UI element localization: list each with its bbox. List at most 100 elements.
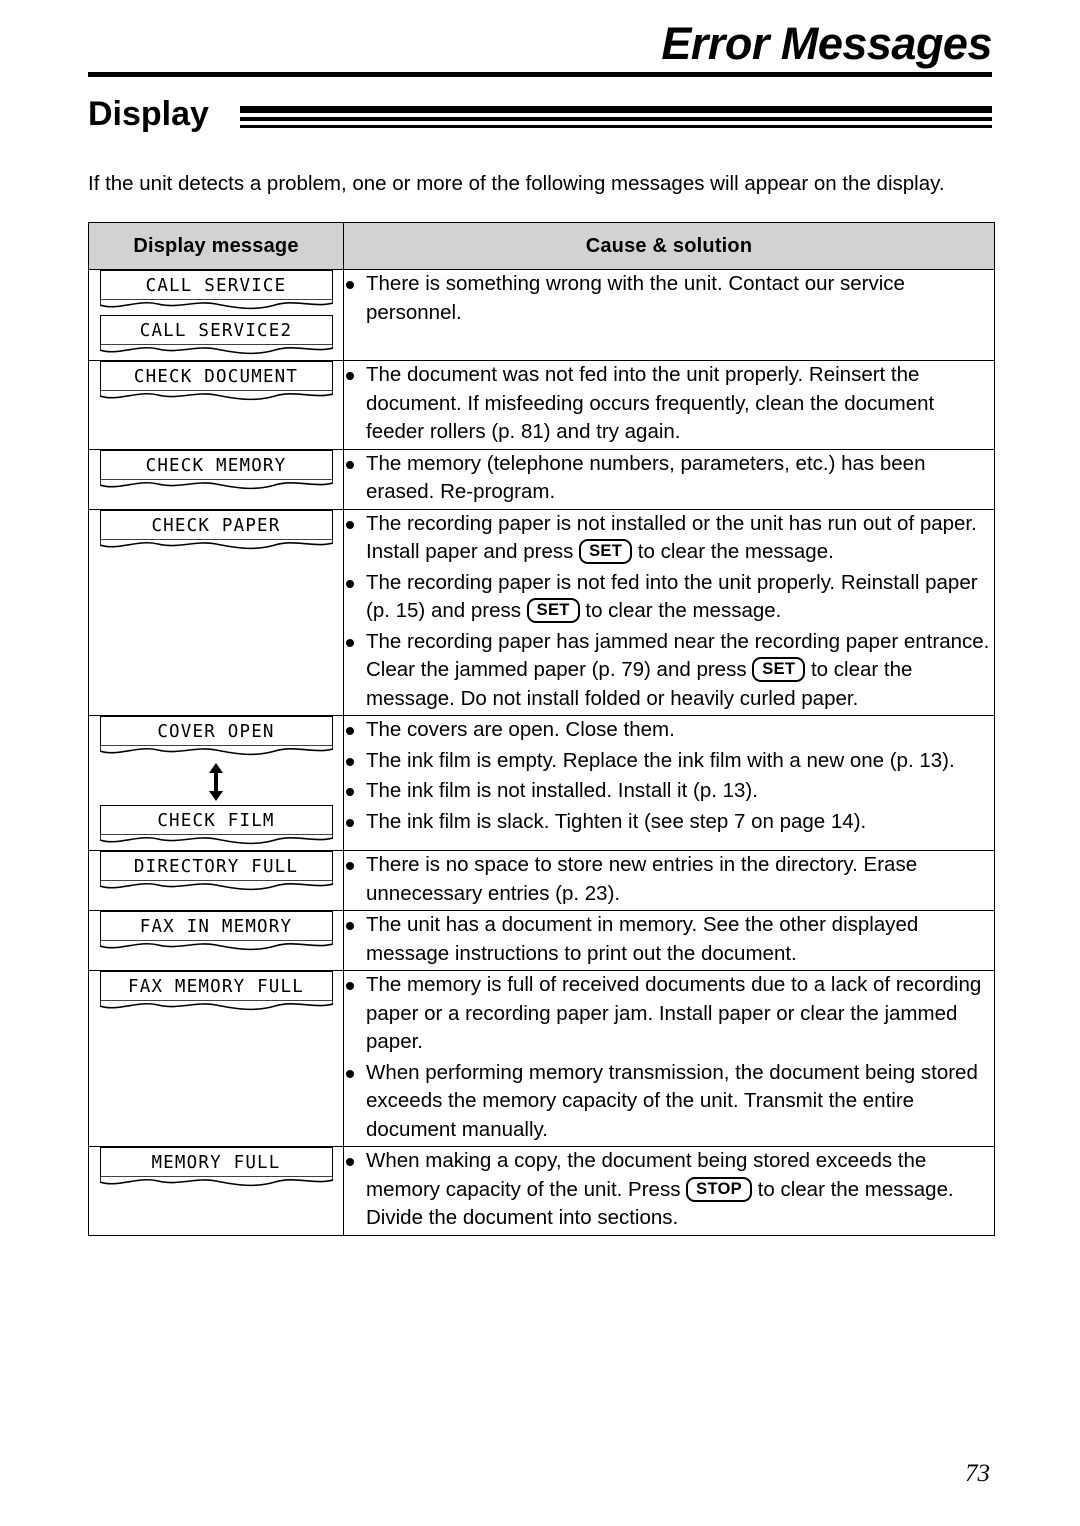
solution-item: When making a copy, the document being s… [344,1147,994,1233]
solution-text: to clear the message. [632,540,834,563]
table-header-row: Display message Cause & solution [88,222,995,270]
lcd-message-text: MEMORY FULL [99,1147,333,1177]
solution-list: The recording paper is not installed or … [344,510,994,714]
table-row: CHECK MEMORY The memory (telephone number… [88,448,995,510]
error-messages-table: Display message Cause & solution CALL SE… [88,222,995,1236]
solution-list: When making a copy, the document being s… [344,1147,994,1233]
column-header-cause-solution: Cause & solution [343,222,995,270]
table-row: COVER OPEN CHECK FILM The covers are open.… [88,715,995,851]
lcd-display-box: CHECK DOCUMENT [99,361,333,402]
lcd-message-text: CHECK DOCUMENT [99,361,333,391]
lcd-message-text: COVER OPEN [99,716,333,746]
lcd-display-box: CHECK PAPER [99,509,333,551]
lcd-display-box: FAX MEMORY FULL [99,971,333,1012]
solution-list: There is something wrong with the unit. … [344,270,994,327]
lcd-display-box: COVER OPEN [99,716,333,757]
solution-item: The memory (telephone numbers, parameter… [344,450,994,507]
key-label-set: SET [579,539,633,564]
display-message-cell: CHECK DOCUMENT [88,360,344,450]
solution-text: There is no space to store new entries i… [366,853,918,905]
header-divider [88,72,992,77]
display-message-cell: CHECK MEMORY [88,448,344,510]
cause-solution-cell: The document was not fed into the unit p… [343,360,995,450]
cause-solution-cell: When making a copy, the document being s… [343,1146,995,1236]
display-message-cell: MEMORY FULL [88,1146,344,1236]
solution-list: The memory is full of received documents… [344,971,994,1144]
solution-list: The covers are open. Close them. The ink … [344,716,994,836]
lcd-message-text: FAX IN MEMORY [99,911,333,941]
table-body: CALL SERVICE CALL SERVICE2 There is someth… [88,269,995,1236]
cause-solution-cell: The memory is full of received documents… [343,970,995,1147]
key-label-set: SET [752,657,806,682]
lcd-message-text: CHECK PAPER [99,509,333,540]
table-row: DIRECTORY FULL There is no space to store… [88,850,995,911]
solution-text: The covers are open. Close them. [366,718,675,741]
page-number: 73 [965,1460,990,1487]
display-message-cell: CHECK PAPER [88,508,344,716]
table-row: FAX IN MEMORY The unit has a document in … [88,910,995,971]
table-row: MEMORY FULL When making a copy, the docum… [88,1146,995,1236]
solution-item: There is something wrong with the unit. … [344,270,994,327]
intro-paragraph: If the unit detects a problem, one or mo… [88,172,945,195]
lcd-display-box: FAX IN MEMORY [99,911,333,952]
solution-text: There is something wrong with the unit. … [366,272,905,324]
solution-text: The ink film is not installed. Install i… [366,779,758,802]
lcd-display-box: CHECK MEMORY [99,449,333,491]
section-heading: Display [88,95,209,133]
solution-text: The ink film is slack. Tighten it (see s… [366,809,867,833]
cause-solution-cell: The memory (telephone numbers, parameter… [343,448,995,510]
solution-item: The document was not fed into the unit p… [344,361,994,447]
solution-text: The unit has a document in memory. See t… [366,913,919,965]
key-label-set: SET [526,598,580,623]
up-down-arrow-icon [100,761,333,803]
solution-item: The unit has a document in memory. See t… [344,911,994,968]
solution-text: The memory is full of received documents… [366,973,982,1053]
heading-decorative-rules [240,106,992,128]
solution-list: There is no space to store new entries i… [344,851,994,908]
solution-text: The document was not fed into the unit p… [366,363,935,443]
lcd-message-text: CHECK MEMORY [99,449,333,480]
chapter-title: Error Messages [661,18,992,69]
solution-item: The ink film is empty. Replace the ink f… [344,747,994,776]
cause-solution-cell: The recording paper is not installed or … [343,508,995,716]
table-row: CHECK DOCUMENT The document was not fed i… [88,360,995,450]
lcd-display-box: CHECK FILM [99,805,333,846]
lcd-message-text: CALL SERVICE [99,270,333,300]
lcd-display-box: DIRECTORY FULL [99,851,333,892]
table-row: CHECK PAPER The recording paper is not in… [88,508,995,716]
solution-item: The recording paper is not fed into the … [344,569,994,626]
solution-text: to clear the message. [579,599,782,622]
solution-list: The document was not fed into the unit p… [344,361,994,447]
display-message-cell: CALL SERVICE CALL SERVICE2 [88,269,344,361]
lcd-message-text: DIRECTORY FULL [99,851,333,881]
display-message-cell: FAX IN MEMORY [88,910,344,971]
section-header: Display [88,92,992,142]
lcd-message-text: CALL SERVICE2 [99,315,333,345]
lcd-display-box: CALL SERVICE2 [99,315,333,356]
solution-item: There is no space to store new entries i… [344,851,994,908]
solution-item: The recording paper is not installed or … [344,510,994,567]
lcd-display-box: MEMORY FULL [99,1147,333,1188]
solution-text: The ink film is empty. Replace the ink f… [366,748,955,772]
display-message-cell: DIRECTORY FULL [88,850,344,911]
solution-list: The memory (telephone numbers, parameter… [344,450,994,507]
solution-item: When performing memory transmission, the… [344,1059,994,1145]
cause-solution-cell: The covers are open. Close them. The ink … [343,715,995,851]
solution-list: The unit has a document in memory. See t… [344,911,994,968]
lcd-display-box: CALL SERVICE [99,270,333,311]
key-label-stop: STOP [686,1176,752,1202]
solution-item: The ink film is slack. Tighten it (see s… [344,808,994,837]
table-row: FAX MEMORY FULL The memory is full of rec… [88,970,995,1147]
solution-item: The ink film is not installed. Install i… [344,777,994,806]
display-message-cell: FAX MEMORY FULL [88,970,344,1147]
solution-item: The covers are open. Close them. [344,716,994,745]
cause-solution-cell: The unit has a document in memory. See t… [343,910,995,971]
solution-text: The memory (telephone numbers, parameter… [366,451,926,504]
column-header-display-message: Display message [88,222,344,270]
document-page: Error Messages Display If the unit detec… [0,0,1080,1526]
lcd-message-text: FAX MEMORY FULL [99,971,333,1001]
table-row: CALL SERVICE CALL SERVICE2 There is someth… [88,269,995,361]
cause-solution-cell: There is something wrong with the unit. … [343,269,995,361]
lcd-message-text: CHECK FILM [99,805,333,835]
solution-item: The recording paper has jammed near the … [344,628,994,714]
